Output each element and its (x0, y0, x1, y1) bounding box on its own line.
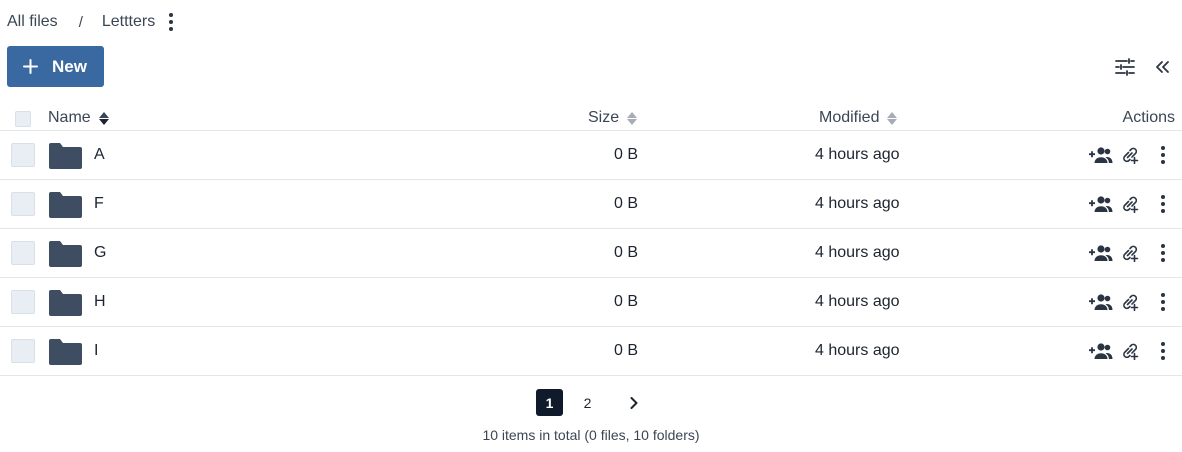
file-modified: 4 hours ago (815, 342, 900, 359)
table-header: Name Size Modified Actions (0, 104, 1182, 131)
column-actions: Actions (1123, 109, 1175, 127)
file-table: Name Size Modified Actions A 0 B 4 hours… (0, 104, 1182, 376)
sort-icon[interactable] (627, 111, 638, 125)
table-row[interactable]: F 0 B 4 hours ago (0, 180, 1182, 229)
row-checkbox[interactable] (11, 339, 35, 363)
table-row[interactable]: G 0 B 4 hours ago (0, 229, 1182, 278)
row-checkbox[interactable] (11, 241, 35, 265)
breadcrumb-current-folder[interactable]: Lettters (102, 13, 155, 31)
column-modified-label: Modified (819, 109, 880, 126)
column-name[interactable]: Name (48, 109, 109, 127)
breadcrumb: All files / Lettters (7, 11, 178, 33)
more-vertical-icon[interactable] (1156, 144, 1170, 166)
more-vertical-icon[interactable] (1156, 340, 1170, 362)
folder-menu-icon[interactable] (164, 11, 178, 33)
table-row[interactable]: A 0 B 4 hours ago (0, 131, 1182, 180)
file-size: 0 B (613, 244, 638, 261)
column-modified[interactable]: Modified (819, 109, 898, 127)
breadcrumb-separator: / (78, 13, 83, 31)
folder-icon (49, 241, 82, 267)
pagination: 1 2 (0, 389, 1182, 416)
file-modified: 4 hours ago (815, 146, 900, 163)
column-size[interactable]: Size (588, 109, 638, 127)
file-name[interactable]: H (94, 293, 106, 311)
file-name[interactable]: F (94, 195, 104, 213)
add-link-icon[interactable] (1120, 291, 1140, 313)
row-checkbox[interactable] (11, 143, 35, 167)
share-users-icon[interactable] (1087, 144, 1113, 166)
add-link-icon[interactable] (1120, 242, 1140, 264)
share-users-icon[interactable] (1087, 340, 1113, 362)
sort-icon[interactable] (887, 111, 898, 125)
next-page-button[interactable] (620, 389, 647, 416)
new-button[interactable]: New (7, 46, 104, 87)
file-modified: 4 hours ago (815, 195, 900, 212)
add-link-icon[interactable] (1120, 340, 1140, 362)
file-size: 0 B (613, 293, 638, 310)
page-button-2[interactable]: 2 (574, 389, 601, 416)
table-row[interactable]: I 0 B 4 hours ago (0, 327, 1182, 376)
collapse-double-chevron-icon[interactable] (1152, 56, 1174, 78)
share-users-icon[interactable] (1087, 242, 1113, 264)
file-modified: 4 hours ago (815, 244, 900, 261)
new-button-label: New (52, 56, 87, 76)
row-checkbox[interactable] (11, 192, 35, 216)
chevron-right-icon (630, 396, 637, 409)
row-checkbox[interactable] (11, 290, 35, 314)
share-users-icon[interactable] (1087, 193, 1113, 215)
file-name[interactable]: A (94, 146, 105, 164)
select-all-checkbox[interactable] (15, 111, 31, 127)
breadcrumb-all-files[interactable]: All files (7, 13, 58, 31)
file-size: 0 B (613, 342, 638, 359)
file-size: 0 B (613, 195, 638, 212)
file-size: 0 B (613, 146, 638, 163)
folder-icon (49, 143, 82, 169)
file-name[interactable]: I (94, 342, 98, 360)
share-users-icon[interactable] (1087, 291, 1113, 313)
items-summary: 10 items in total (0 files, 10 folders) (482, 427, 700, 443)
column-name-label: Name (48, 109, 91, 126)
add-link-icon[interactable] (1120, 193, 1140, 215)
page-button-1[interactable]: 1 (536, 389, 563, 416)
more-vertical-icon[interactable] (1156, 242, 1170, 264)
more-vertical-icon[interactable] (1156, 291, 1170, 313)
file-modified: 4 hours ago (815, 293, 900, 310)
filter-settings-icon[interactable] (1114, 56, 1136, 78)
folder-icon (49, 339, 82, 365)
sort-icon[interactable] (98, 111, 109, 125)
column-actions-label: Actions (1122, 109, 1175, 126)
more-vertical-icon[interactable] (1156, 193, 1170, 215)
file-name[interactable]: G (94, 244, 106, 262)
folder-icon (49, 192, 82, 218)
plus-icon (23, 59, 38, 74)
folder-icon (49, 290, 82, 316)
add-link-icon[interactable] (1120, 144, 1140, 166)
table-row[interactable]: H 0 B 4 hours ago (0, 278, 1182, 327)
column-size-label: Size (588, 109, 620, 126)
